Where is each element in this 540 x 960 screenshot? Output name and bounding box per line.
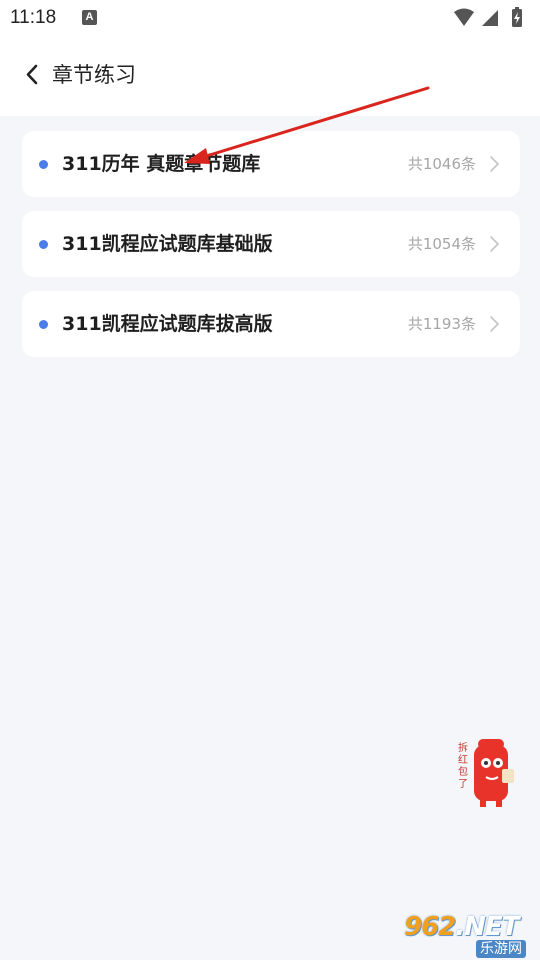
notification-badge: A [82, 10, 97, 25]
bullet-dot [39, 320, 48, 329]
chevron-right-icon [490, 236, 500, 252]
bullet-dot [39, 240, 48, 249]
watermark: 962.NET 乐游网 [400, 912, 540, 960]
battery-charging-icon [512, 7, 522, 27]
list-item[interactable]: 311历年 真题章节题库 共1046条 [22, 131, 520, 197]
item-title: 311凯程应试题库基础版 [62, 233, 273, 255]
item-count: 共1054条 [407, 235, 476, 253]
item-count: 共1193条 [407, 315, 476, 333]
watermark-main: 962.NET [404, 912, 519, 942]
question-bank-list: 311历年 真题章节题库 共1046条 311凯程应试题库基础版 共1054条 … [22, 131, 520, 371]
bullet-dot [39, 160, 48, 169]
status-bar: 11:18 A [0, 0, 540, 36]
list-item[interactable]: 311凯程应试题库基础版 共1054条 [22, 211, 520, 277]
page-title: 章节练习 [52, 63, 136, 87]
red-envelope-mascot[interactable]: 拆红包了 [458, 735, 520, 810]
chevron-right-icon [490, 156, 500, 172]
back-button[interactable] [18, 60, 48, 90]
chevron-right-icon [490, 316, 500, 332]
item-title: 311凯程应试题库拔高版 [62, 313, 273, 335]
item-count: 共1046条 [407, 155, 476, 173]
red-envelope-icon [474, 739, 514, 807]
status-time: 11:18 [10, 7, 57, 28]
wifi-icon [454, 8, 474, 26]
item-title: 311历年 真题章节题库 [62, 153, 261, 175]
nav-bar: 章节练习 [0, 36, 540, 116]
status-icons [454, 7, 522, 27]
watermark-sub: 乐游网 [476, 940, 526, 958]
chevron-left-icon [26, 64, 38, 85]
list-item[interactable]: 311凯程应试题库拔高版 共1193条 [22, 291, 520, 357]
signal-icon [482, 10, 498, 26]
watermark-prefix: 962 [404, 912, 456, 942]
watermark-suffix: .NET [455, 912, 519, 942]
